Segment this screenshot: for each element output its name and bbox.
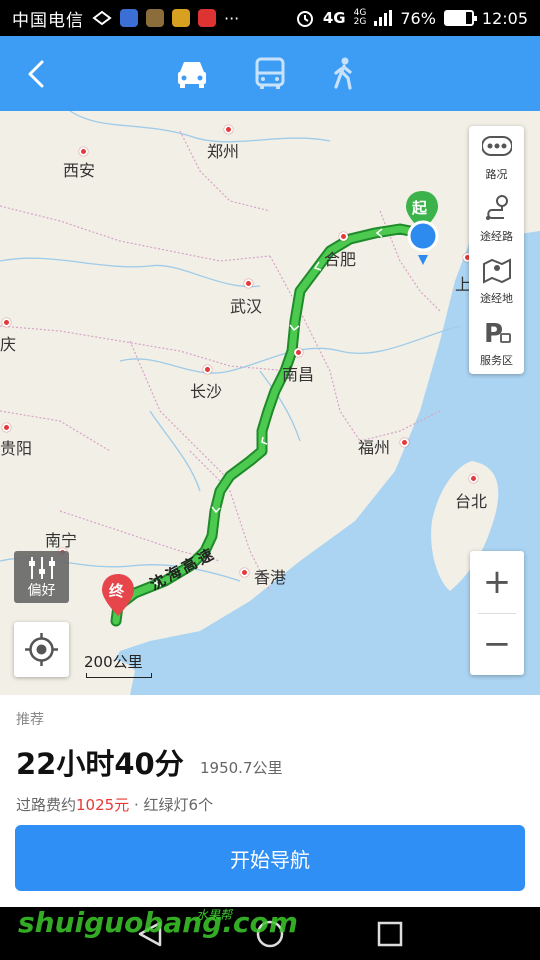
- watermark-sub: 水果帮: [196, 908, 233, 922]
- city-dot: [240, 568, 249, 577]
- route-summary-card: 推荐 22小时40分 1950.7公里 过路费约1025元 · 红绿灯6个 开始…: [0, 695, 540, 907]
- city-dot: [469, 474, 478, 483]
- map-tools-panel: 路况 途经路 途经地 P 服务区: [469, 126, 524, 374]
- parking-icon: P: [484, 319, 511, 346]
- status-bar: 中国电信 ··· 4G 4G 2G 76% 12:05: [0, 0, 540, 36]
- waypoint-button[interactable]: 途经路: [469, 188, 524, 248]
- city-dot: [203, 365, 212, 374]
- start-marker-label: 起: [412, 199, 428, 217]
- city-changsha: 长沙: [190, 382, 223, 401]
- svg-text:P: P: [484, 319, 503, 346]
- carrier-label: 中国电信: [12, 10, 84, 31]
- app-root: 中国电信 ··· 4G 4G 2G 76% 12:05 郑州 西安 合肥 武汉 …: [0, 0, 540, 960]
- city-nanning: 南宁: [45, 531, 78, 550]
- city-chongqing: 庆: [0, 335, 17, 354]
- toll-prefix: 过路费约: [16, 796, 77, 814]
- route-distance: 1950.7公里: [200, 759, 283, 777]
- preference-label: 偏好: [27, 583, 56, 599]
- traffic-label: 路况: [485, 168, 508, 181]
- traffic-lights: · 红绿灯6个: [133, 796, 214, 814]
- city-hongkong: 香港: [254, 568, 287, 587]
- recommend-label: 推荐: [16, 712, 44, 728]
- tab-bus[interactable]: [250, 54, 290, 94]
- vpn-icon: [92, 10, 112, 26]
- end-marker-label: 终: [109, 582, 125, 600]
- preference-button[interactable]: 偏好: [14, 551, 69, 603]
- map-scale-label: 200公里: [84, 653, 143, 671]
- walk-icon: [334, 57, 352, 90]
- signal-icon: [374, 10, 393, 26]
- dual-network: 4G 2G: [354, 9, 367, 27]
- battery-icon: [443, 10, 477, 26]
- city-zhengzhou: 郑州: [207, 142, 240, 161]
- city-hefei: 合肥: [324, 250, 357, 269]
- map-view[interactable]: 郑州 西安 合肥 武汉 南昌 长沙 福州 台北 香港 南宁 贵阳 庆 上 沈海高…: [0, 111, 540, 695]
- back-button[interactable]: [20, 56, 56, 92]
- service-area-button[interactable]: P 服务区: [469, 312, 524, 372]
- locate-button[interactable]: [14, 622, 69, 677]
- network-type: 4G: [322, 9, 346, 27]
- tab-car[interactable]: [172, 54, 212, 94]
- city-dot: [400, 438, 409, 447]
- car-icon: [178, 62, 206, 88]
- traffic-button[interactable]: 路况: [469, 126, 524, 186]
- more-notifications-icon: ···: [224, 8, 240, 28]
- city-xian: 西安: [63, 161, 96, 180]
- toll-amount: 1025元: [76, 796, 130, 814]
- city-guiyang: 贵阳: [0, 439, 33, 458]
- clock: 12:05: [481, 8, 528, 28]
- zoom-out-button[interactable]: −: [470, 613, 524, 675]
- status-left: 中国电信 ···: [12, 6, 239, 31]
- city-nanchang: 南昌: [282, 365, 315, 384]
- via-place-label: 途经地: [480, 292, 513, 305]
- app-notification-icon: [146, 9, 164, 27]
- status-right: 4G 4G 2G 76% 12:05: [295, 8, 528, 28]
- map-pin-icon: [483, 258, 511, 284]
- city-dot: [244, 279, 253, 288]
- route-fee-line: 过路费约1025元 · 红绿灯6个: [16, 794, 213, 815]
- alarm-icon: [296, 11, 313, 27]
- city-dot: [2, 318, 11, 327]
- waypoint-label: 途经路: [480, 230, 513, 243]
- recents-square-icon[interactable]: [377, 921, 403, 947]
- city-dot: [294, 348, 303, 357]
- city-dot: [339, 232, 348, 241]
- current-location-icon: [407, 220, 439, 265]
- city-dot: [224, 125, 233, 134]
- header: [0, 36, 540, 111]
- map-scale-bar: [86, 673, 152, 678]
- route-icon: [486, 195, 508, 220]
- city-dot: [2, 423, 11, 432]
- tab-walk[interactable]: [324, 54, 364, 94]
- start-navigation-button[interactable]: 开始导航: [15, 825, 525, 891]
- city-taipei: 台北: [455, 492, 488, 511]
- back-arrow-icon: [28, 60, 44, 88]
- service-area-label: 服务区: [480, 354, 513, 367]
- battery-percent: 76%: [400, 8, 436, 28]
- city-wuhan: 武汉: [230, 297, 263, 316]
- watermark: shuiguobang.com: [18, 906, 298, 939]
- zoom-in-button[interactable]: +: [470, 551, 524, 613]
- app-notification-icon: [198, 9, 216, 27]
- app-notification-icon: [172, 9, 190, 27]
- sliders-icon: [28, 557, 55, 579]
- bus-icon: [255, 57, 285, 89]
- via-place-button[interactable]: 途经地: [469, 250, 524, 310]
- traffic-icon: [482, 136, 512, 156]
- route-duration: 22小时40分: [16, 747, 184, 781]
- zoom-controls: + −: [470, 551, 524, 675]
- app-notification-icon: [120, 9, 138, 27]
- city-dot: [79, 147, 88, 156]
- locate-icon: [25, 633, 58, 666]
- map-base: [0, 111, 540, 695]
- network-small-2: 2G: [353, 17, 367, 27]
- city-fuzhou: 福州: [358, 438, 391, 457]
